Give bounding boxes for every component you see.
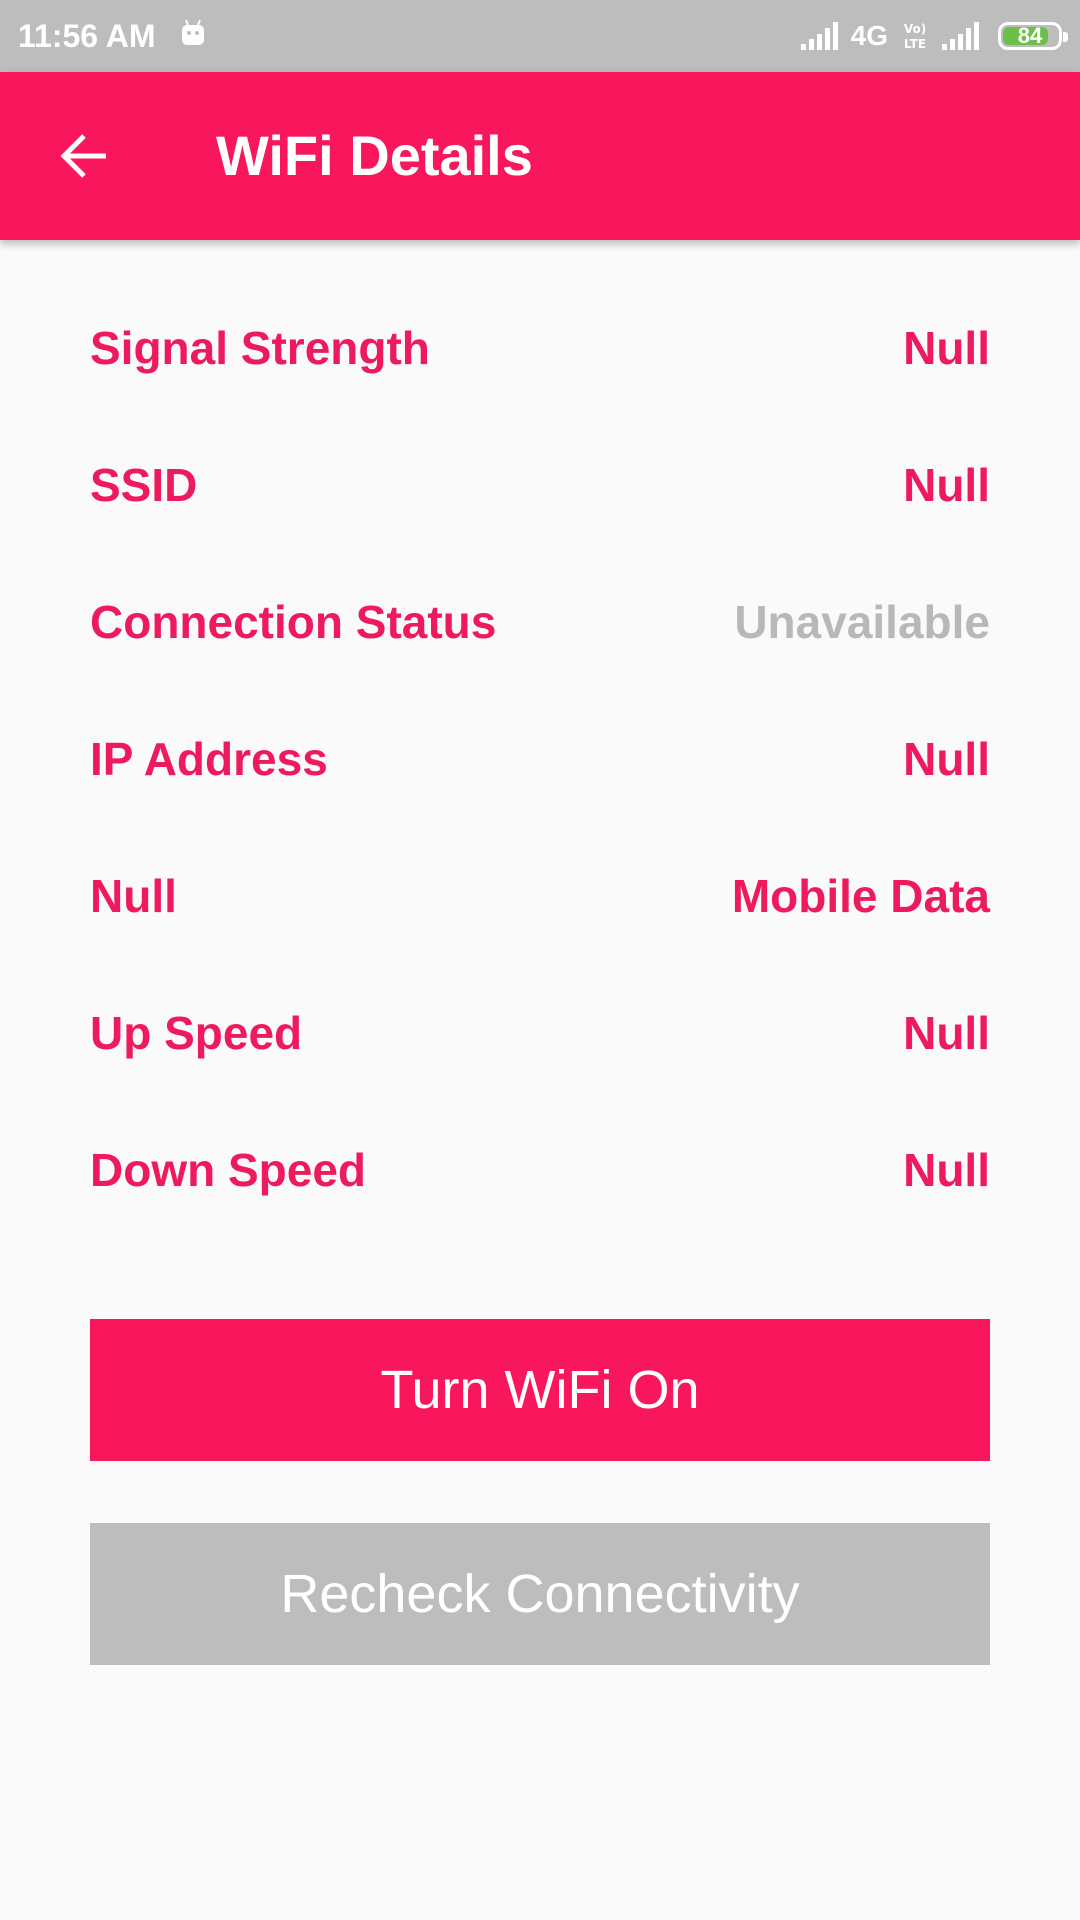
detail-row-network-type: Null Mobile Data [90, 868, 990, 1005]
status-bar: 11:56 AM 4G Vo) LTE 84 [0, 0, 1080, 72]
detail-value: Null [903, 1144, 990, 1196]
detail-row-connection-status: Connection Status Unavailable [90, 594, 990, 731]
status-time: 11:56 AM [18, 18, 156, 54]
back-arrow-icon [60, 134, 106, 178]
detail-row-up-speed: Up Speed Null [90, 1005, 990, 1142]
battery-level: 84 [1017, 23, 1043, 48]
detail-row-ssid: SSID Null [90, 457, 990, 594]
detail-value: Null [903, 733, 990, 785]
detail-label: Null [90, 870, 177, 922]
network-type-label: 4G [850, 20, 888, 51]
battery-tip [1063, 32, 1068, 42]
detail-row-down-speed: Down Speed Null [90, 1142, 990, 1279]
detail-value: Mobile Data [731, 870, 990, 922]
volte-icon: Vo) LTE [904, 22, 926, 51]
detail-value: Null [903, 459, 990, 511]
detail-label: Up Speed [90, 1007, 303, 1059]
detail-value: Unavailable [734, 596, 990, 648]
details-list: Signal Strength Null SSID Null Connectio… [90, 320, 990, 1279]
detail-value: Null [903, 1007, 990, 1059]
svg-text:Vo): Vo) [904, 22, 926, 36]
detail-label: IP Address [90, 733, 328, 785]
detail-row-signal-strength: Signal Strength Null [90, 320, 990, 457]
android-icon [182, 19, 204, 45]
signal-icon-2 [942, 22, 979, 50]
svg-text:LTE: LTE [904, 37, 926, 51]
detail-label: Connection Status [90, 596, 497, 648]
recheck-connectivity-button[interactable]: Recheck Connectivity [90, 1523, 990, 1665]
detail-value: Null [903, 322, 990, 374]
app-bar: WiFi Details [0, 72, 1080, 240]
detail-label: Signal Strength [90, 322, 430, 374]
signal-icon [800, 22, 838, 50]
page-title: WiFi Details [216, 124, 533, 187]
turn-wifi-on-button[interactable]: Turn WiFi On [90, 1319, 990, 1461]
battery-icon: 84 [998, 22, 1068, 50]
detail-row-ip-address: IP Address Null [90, 731, 990, 868]
back-button[interactable] [40, 112, 128, 200]
detail-label: Down Speed [90, 1144, 367, 1196]
status-icons: 4G Vo) LTE 84 [800, 18, 1068, 54]
detail-label: SSID [90, 459, 198, 511]
